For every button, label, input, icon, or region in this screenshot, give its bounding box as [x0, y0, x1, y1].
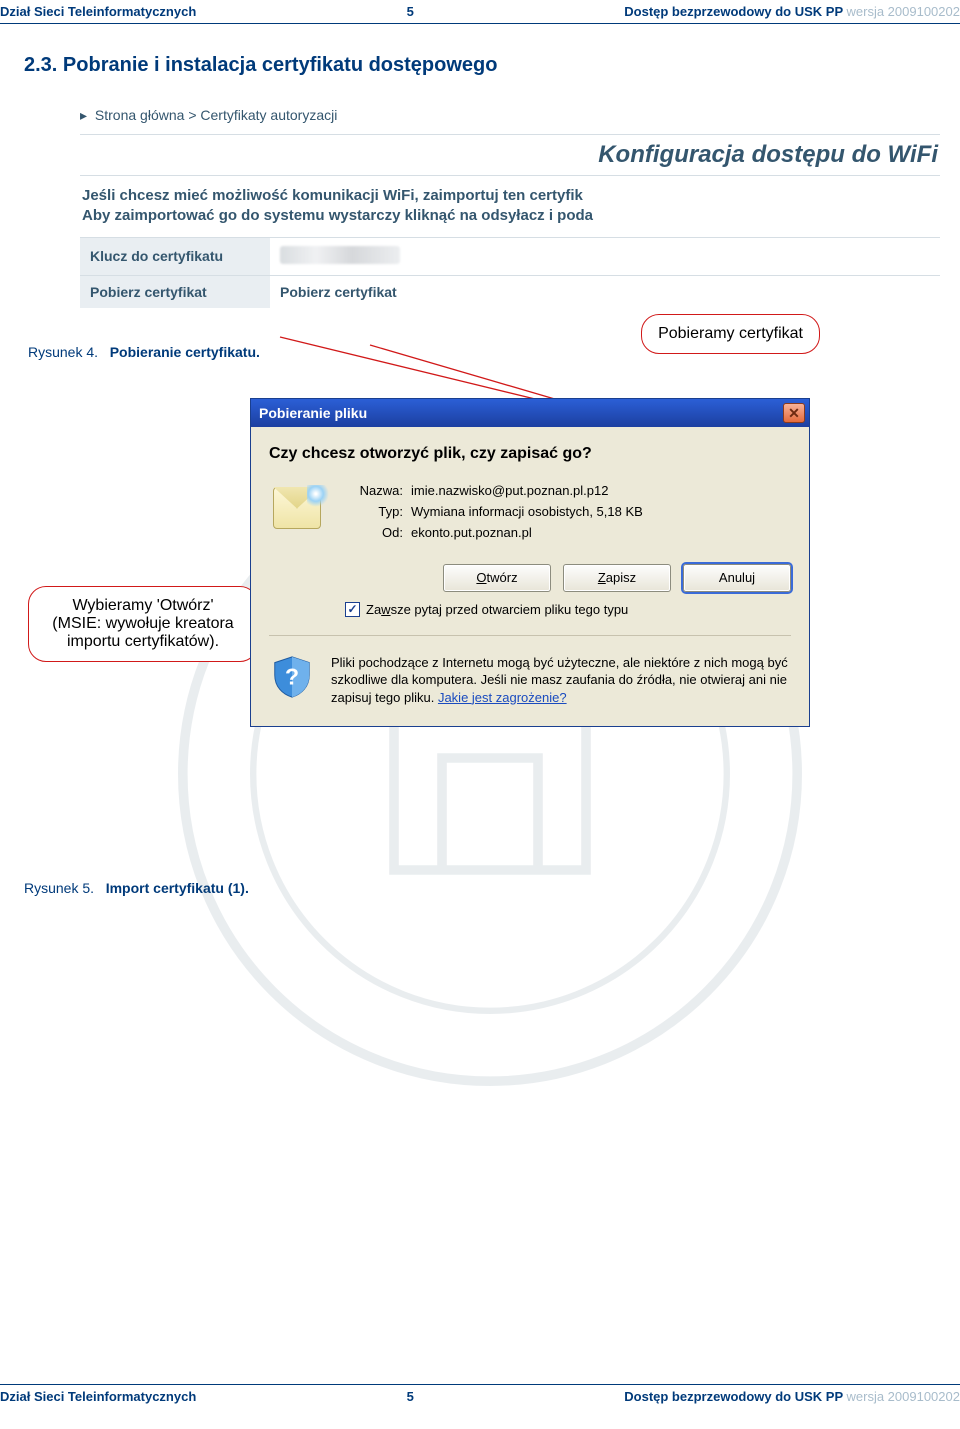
figure4-number: Rysunek 4. [28, 344, 98, 360]
section-title: 2.3. Pobranie i instalacja certyfikatu d… [24, 54, 940, 77]
always-ask-row: ✓ Zawsze pytaj przed otwarciem pliku teg… [345, 602, 791, 617]
header-page-number: 5 [407, 4, 414, 19]
page-header: Dział Sieci Teleinformatycznych 5 Dostęp… [0, 0, 960, 24]
figure5-number: Rysunek 5. [24, 880, 94, 896]
header-right: Dostęp bezprzewodowy do USK PP wersja 20… [624, 4, 960, 19]
footer-right: Dostęp bezprzewodowy do USK PP wersja 20… [624, 1389, 960, 1404]
dialog-buttons: Otwórz Zapisz Anuluj [269, 564, 791, 592]
meta-from-key: Od: [343, 525, 403, 540]
figure5-text: Import certyfikatu (1). [106, 880, 249, 896]
meta-from-value: ekonto.put.poznan.pl [411, 525, 532, 540]
dialog-question: Czy chcesz otworzyć plik, czy zapisać go… [269, 445, 791, 463]
file-metadata: Nazwa: imie.nazwisko@put.poznan.pl.p12 Ty… [343, 483, 791, 546]
figure5-caption: Rysunek 5. Import certyfikatu (1). [24, 880, 940, 896]
callout-download-cert-text: Pobieramy certyfikat [658, 325, 803, 342]
warning-row: ? Pliki pochodzące z Internetu mogą być … [269, 654, 791, 707]
always-ask-checkbox[interactable]: ✓ [345, 602, 360, 617]
file-envelope-icon [269, 483, 325, 539]
meta-type-value: Wymiana informacji osobistych, 5,18 KB [411, 504, 643, 519]
always-ask-label: Zawsze pytaj przed otwarciem pliku tego … [366, 602, 628, 617]
footer-right-faded: wersja 2009100202 [847, 1389, 960, 1404]
separator [269, 635, 791, 636]
figure4-caption: Rysunek 4. Pobieranie certyfikatu. [28, 344, 260, 360]
cancel-button[interactable]: Anuluj [683, 564, 791, 592]
close-button[interactable]: ✕ [783, 403, 805, 423]
screenshot-ekonto: ▸ Strona główna > Certyfikaty autoryzacj… [80, 107, 940, 308]
dialog-title: Pobieranie pliku [259, 405, 367, 421]
shield-question-icon: ? [269, 654, 315, 700]
svg-text:?: ? [285, 663, 299, 689]
dialog-area: Wybieramy 'Otwórz' (MSIE: wywołuje kreat… [20, 398, 940, 868]
meta-name-value: imie.nazwisko@put.poznan.pl.p12 [411, 483, 608, 498]
figure4-text: Pobieranie certyfikatu. [110, 344, 260, 360]
open-button[interactable]: Otwórz [443, 564, 551, 592]
warning-text: Pliki pochodzące z Internetu mogą być uż… [331, 654, 791, 707]
meta-type-key: Typ: [343, 504, 403, 519]
callout-download-cert: Pobieramy certyfikat [641, 314, 820, 354]
footer-left: Dział Sieci Teleinformatycznych [0, 1389, 196, 1404]
risk-link[interactable]: Jakie jest zagrożenie? [438, 690, 567, 705]
header-left: Dział Sieci Teleinformatycznych [0, 4, 196, 19]
page-body: 2.3. Pobranie i instalacja certyfikatu d… [0, 24, 960, 1384]
close-icon: ✕ [788, 406, 800, 420]
save-button[interactable]: Zapisz [563, 564, 671, 592]
dialog-titlebar: Pobieranie pliku ✕ [251, 399, 809, 427]
footer-right-main: Dostęp bezprzewodowy do USK PP [624, 1389, 846, 1404]
page-footer: Dział Sieci Teleinformatycznych 5 Dostęp… [0, 1384, 960, 1408]
meta-name-key: Nazwa: [343, 483, 403, 498]
header-right-main: Dostęp bezprzewodowy do USK PP [624, 4, 846, 19]
header-right-faded: wersja 2009100202 [847, 4, 960, 19]
footer-page-number: 5 [407, 1389, 414, 1404]
download-dialog: Pobieranie pliku ✕ Czy chcesz otworzyć p… [250, 398, 810, 728]
